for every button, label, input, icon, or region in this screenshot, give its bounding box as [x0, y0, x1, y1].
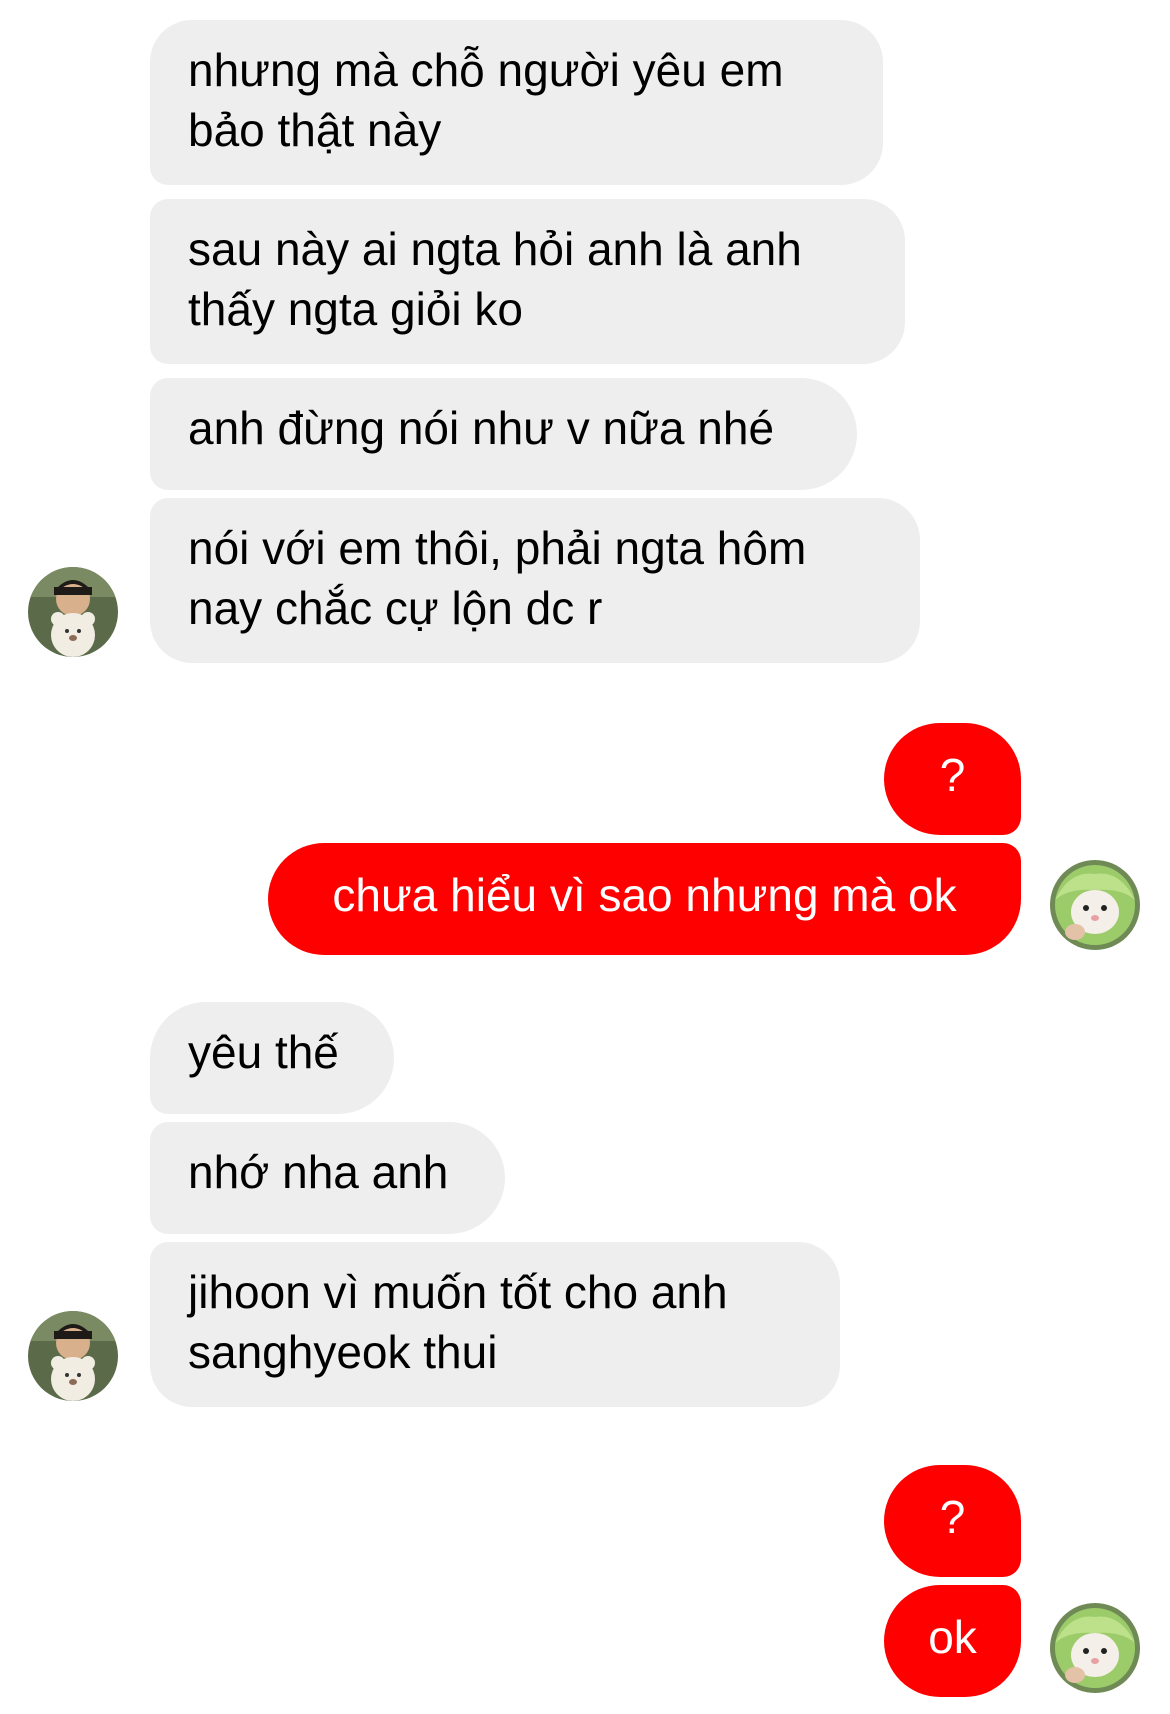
contact-avatar[interactable] — [28, 567, 118, 657]
message-bubble-incoming[interactable]: jihoon vì muốn tốt cho anh sanghyeok thu… — [150, 1242, 840, 1407]
message-bubble-incoming[interactable]: nói với em thôi, phải ngta hôm nay chắc … — [150, 498, 920, 663]
message-bubble-incoming[interactable]: nhớ nha anh — [150, 1122, 505, 1234]
message-bubble-outgoing[interactable]: chưa hiểu vì sao nhưng mà ok — [268, 843, 1021, 955]
contact-avatar[interactable] — [28, 1311, 118, 1401]
message-bubble-outgoing[interactable]: ? — [884, 723, 1021, 835]
message-bubble-incoming[interactable]: anh đừng nói như v nữa nhé — [150, 378, 857, 490]
self-avatar[interactable] — [1050, 1603, 1140, 1693]
self-avatar[interactable] — [1050, 860, 1140, 950]
child-with-teddy-bear-icon — [28, 567, 118, 657]
message-bubble-incoming[interactable]: sau này ai ngta hỏi anh là anh thấy ngta… — [150, 199, 905, 364]
message-bubble-incoming[interactable]: yêu thế — [150, 1002, 394, 1114]
message-bubble-outgoing[interactable]: ok — [884, 1585, 1021, 1697]
hamster-in-lettuce-icon — [1050, 860, 1140, 950]
hamster-in-lettuce-icon — [1050, 1603, 1140, 1693]
child-with-teddy-bear-icon — [28, 1311, 118, 1401]
message-bubble-incoming[interactable]: nhưng mà chỗ người yêu em bảo thật này — [150, 20, 883, 185]
message-bubble-outgoing[interactable]: ? — [884, 1465, 1021, 1577]
